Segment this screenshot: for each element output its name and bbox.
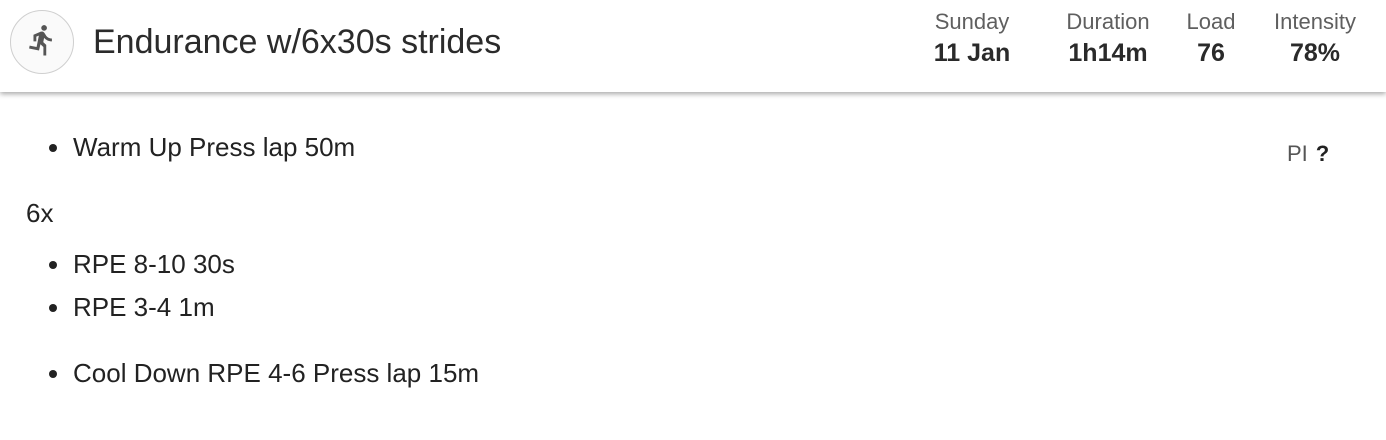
bullet [49,144,57,152]
stat-intensity-value: 78% [1289,39,1341,67]
stat-load-label: Load [1186,9,1236,34]
workout-header: Endurance w/6x30s strides Sunday 11 Jan … [0,0,1386,92]
bullet [49,370,57,378]
bullet [49,261,57,269]
step-interval-1-text: RPE 8-10 30s [73,249,235,279]
bullet [49,304,57,312]
pi-label: PI [1287,141,1308,166]
step-warmup-text: Warm Up Press lap 50m [73,132,356,162]
step-cooldown-text: Cool Down RPE 4-6 Press lap 15m [73,358,480,388]
step-interval-2: RPE 3-4 1m [49,290,215,324]
workout-steps: Warm Up Press lap 50m 6x RPE 8-10 30s RP… [0,92,1386,440]
stat-duration-value: 1h14m [1068,39,1148,67]
step-interval-2-text: RPE 3-4 1m [73,292,215,322]
stat-load-value: 76 [1197,39,1225,67]
stat-load: Load 76 [1176,8,1246,70]
stat-duration: Duration 1h14m [1052,8,1164,70]
running-person-icon [25,23,59,62]
sport-avatar [10,10,74,74]
stat-intensity: Intensity 78% [1262,8,1368,70]
step-cooldown: Cool Down RPE 4-6 Press lap 15m [49,356,480,390]
stat-intensity-label: Intensity [1274,9,1356,34]
workout-title: Endurance w/6x30s strides [93,23,502,61]
stat-day-label: Sunday [934,9,1010,34]
step-interval-1: RPE 8-10 30s [49,247,235,281]
stat-day: Sunday 11 Jan [918,8,1026,70]
repeat-label: 6x [26,198,54,228]
stat-day-value: 11 Jan [933,39,1011,67]
pi-indicator: PI? [1287,140,1329,168]
stat-duration-label: Duration [1066,9,1150,34]
pi-help-button[interactable]: ? [1316,141,1329,166]
step-warmup: Warm Up Press lap 50m [49,130,356,164]
